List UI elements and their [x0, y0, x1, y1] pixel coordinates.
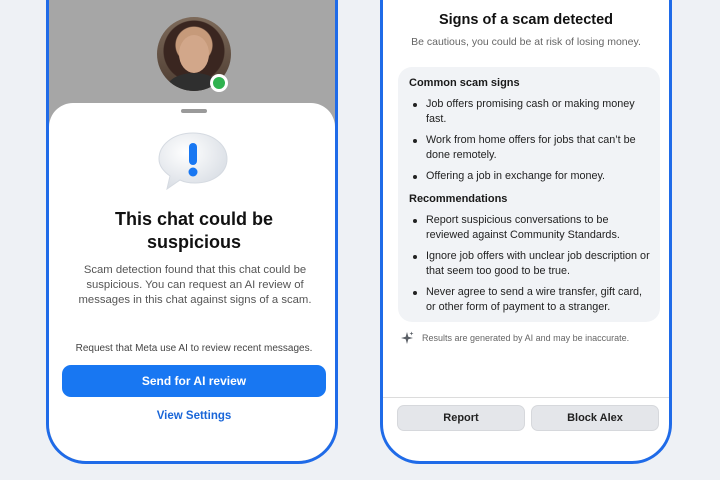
- request-note: Request that Meta use AI to review recen…: [75, 343, 313, 354]
- canvas: This chat could be suspicious Scam detec…: [0, 0, 720, 480]
- block-user-button[interactable]: Block Alex: [531, 405, 659, 431]
- scam-detected-subtitle: Be cautious, you could be at risk of los…: [411, 36, 641, 48]
- ai-disclaimer-text: Results are generated by AI and may be i…: [422, 333, 630, 343]
- sheet-drag-handle[interactable]: [181, 109, 207, 113]
- report-button[interactable]: Report: [397, 405, 525, 431]
- online-status-dot: [210, 74, 228, 92]
- ai-sparkle-icon: [401, 331, 414, 344]
- list-item: Report suspicious conversations to be re…: [409, 213, 653, 243]
- sheet-description: Scam detection found that this chat coul…: [78, 264, 312, 306]
- list-item: Never agree to send a wire transfer, gif…: [409, 285, 653, 315]
- suspicious-chat-sheet: This chat could be suspicious Scam detec…: [49, 103, 335, 461]
- common-scam-signs-list: Job offers promising cash or making mone…: [409, 97, 653, 190]
- left-phone: This chat could be suspicious Scam detec…: [46, 0, 338, 464]
- list-item: Ignore job offers with unclear job descr…: [409, 249, 653, 279]
- recommendations-heading: Recommendations: [409, 193, 508, 205]
- send-for-ai-review-button[interactable]: Send for AI review: [62, 365, 326, 397]
- avatar-face: [179, 35, 209, 73]
- warning-chat-bubble-icon: [158, 132, 228, 191]
- scam-info-card: Common scam signs Job offers promising c…: [398, 67, 660, 322]
- list-item: Job offers promising cash or making mone…: [409, 97, 653, 127]
- list-item: Work from home offers for jobs that can’…: [409, 133, 653, 163]
- ai-disclaimer: Results are generated by AI and may be i…: [400, 331, 660, 345]
- scam-detected-title: Signs of a scam detected: [438, 12, 614, 28]
- list-item: Offering a job in exchange for money.: [409, 169, 653, 184]
- common-scam-signs-heading: Common scam signs: [409, 77, 520, 89]
- sheet-title: This chat could be suspicious: [114, 209, 274, 252]
- view-settings-link[interactable]: View Settings: [62, 405, 326, 427]
- right-phone: Signs of a scam detected Be cautious, yo…: [380, 0, 672, 464]
- footer-divider: [383, 397, 669, 398]
- recommendations-list: Report suspicious conversations to be re…: [409, 213, 653, 321]
